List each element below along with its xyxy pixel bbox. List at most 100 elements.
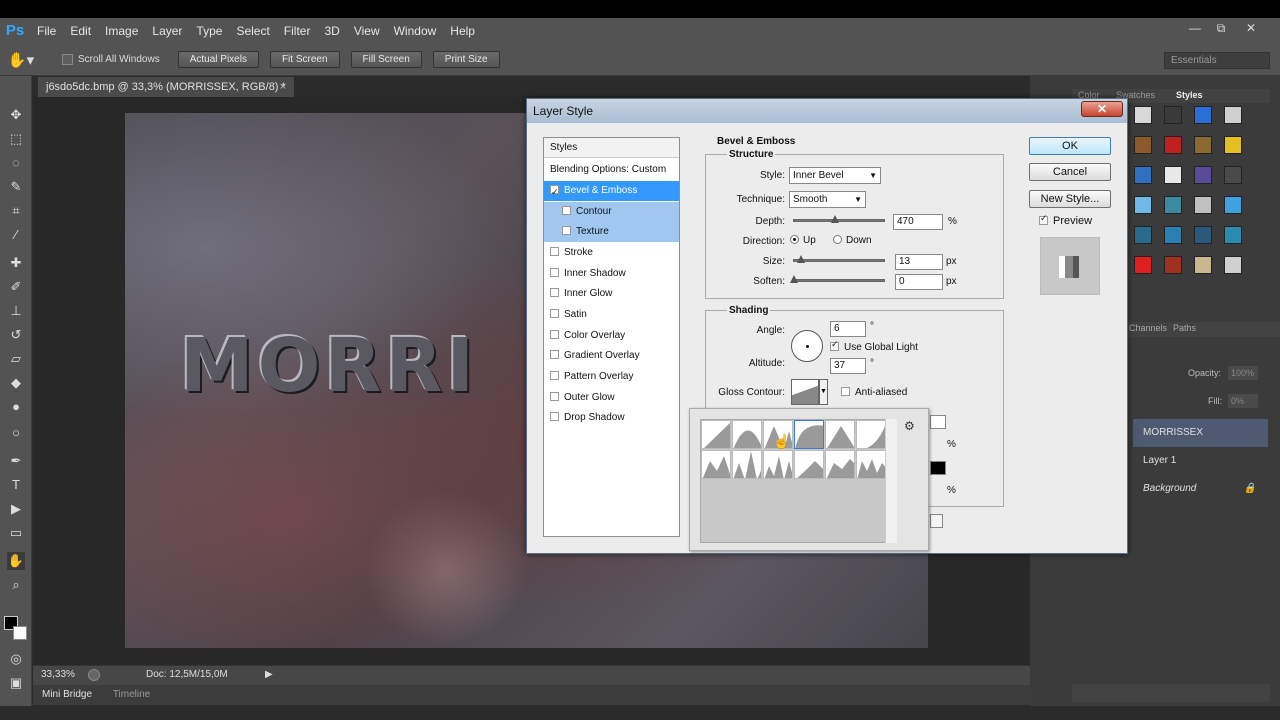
tab-mini-bridge[interactable]: Mini Bridge	[33, 689, 101, 700]
menu-file[interactable]: File	[30, 18, 63, 44]
paint-bucket-icon[interactable]: ◆	[7, 374, 25, 392]
gloss-contour-thumb[interactable]	[791, 379, 819, 405]
style-swatch[interactable]	[1164, 256, 1182, 274]
status-info-icon[interactable]	[88, 669, 100, 681]
style-swatch[interactable]	[1224, 196, 1242, 214]
size-slider[interactable]	[793, 255, 885, 263]
fill-screen-button[interactable]: Fill Screen	[350, 51, 422, 68]
healing-tool-icon[interactable]: ✚	[7, 254, 25, 272]
drop-shadow-checkbox[interactable]	[550, 411, 559, 421]
angle-dial[interactable]	[791, 330, 823, 362]
tab-paths[interactable]: Paths	[1173, 323, 1196, 333]
style-swatch[interactable]	[1194, 196, 1212, 214]
contour-preset[interactable]	[763, 450, 793, 479]
contour-preset[interactable]	[732, 420, 762, 449]
fit-screen-button[interactable]: Fit Screen	[269, 51, 340, 68]
color-overlay-checkbox[interactable]	[550, 329, 559, 339]
contour-preset[interactable]	[825, 450, 855, 479]
quick-select-tool-icon[interactable]: ✎	[7, 178, 25, 196]
style-swatch[interactable]	[1164, 226, 1182, 244]
style-swatch[interactable]	[1194, 166, 1212, 184]
texture-checkbox[interactable]	[562, 225, 571, 235]
soften-input[interactable]: 0	[895, 274, 943, 290]
stroke-checkbox[interactable]	[550, 246, 559, 256]
move-tool-icon[interactable]: ✥	[7, 106, 25, 124]
eraser-tool-icon[interactable]: ▱	[7, 350, 25, 368]
type-tool-icon[interactable]: T	[7, 476, 25, 494]
fill-field[interactable]: 0%	[1228, 394, 1258, 408]
dodge-tool-icon[interactable]: ○	[7, 424, 25, 442]
style-swatch[interactable]	[1164, 196, 1182, 214]
document-tab[interactable]: j6sdo5dc.bmp @ 33,3% (MORRISSEX, RGB/8) …	[38, 77, 294, 97]
eyedropper-tool-icon[interactable]: ⁄	[7, 226, 25, 244]
actual-pixels-button[interactable]: Actual Pixels	[177, 51, 259, 68]
style-dropdown[interactable]: Inner Bevel ▼	[789, 167, 881, 184]
zoom-level[interactable]: 33,33%	[41, 666, 75, 684]
style-swatch[interactable]	[1134, 256, 1152, 274]
direction-up-radio[interactable]: Up	[790, 234, 816, 246]
anti-aliased-checkbox[interactable]: Anti-aliased	[841, 386, 907, 398]
menu-filter[interactable]: Filter	[277, 18, 318, 44]
menu-3d[interactable]: 3D	[317, 18, 346, 44]
style-swatch[interactable]	[1194, 136, 1212, 154]
crop-tool-icon[interactable]: ⌗	[7, 202, 25, 220]
restore-button[interactable]: ⧉	[1210, 18, 1232, 40]
soften-slider-thumb[interactable]	[790, 275, 798, 283]
style-contour[interactable]: Contour	[544, 202, 679, 222]
outer-glow-checkbox[interactable]	[550, 391, 559, 401]
style-swatch[interactable]	[1134, 226, 1152, 244]
menu-window[interactable]: Window	[387, 18, 444, 44]
preview-checkbox[interactable]: Preview	[1039, 213, 1092, 227]
ok-button[interactable]: OK	[1029, 137, 1111, 155]
stamp-tool-icon[interactable]: ⊥	[7, 302, 25, 320]
style-inner-shadow[interactable]: Inner Shadow	[544, 264, 679, 284]
background-color-swatch[interactable]	[13, 626, 27, 640]
screen-mode-icon[interactable]: ▣	[7, 674, 25, 692]
blur-tool-icon[interactable]: ●	[7, 398, 25, 416]
contour-preset[interactable]	[794, 420, 824, 449]
menu-edit[interactable]: Edit	[63, 18, 98, 44]
satin-checkbox[interactable]	[550, 308, 559, 318]
style-swatch[interactable]	[1194, 256, 1212, 274]
gear-icon[interactable]: ⚙	[904, 419, 918, 433]
blending-options[interactable]: Blending Options: Custom	[544, 160, 679, 180]
direction-down-radio[interactable]: Down	[833, 234, 872, 246]
style-swatch[interactable]	[1164, 166, 1182, 184]
style-drop-shadow[interactable]: Drop Shadow	[544, 408, 679, 428]
contour-preset[interactable]	[701, 420, 731, 449]
style-swatch[interactable]	[1224, 166, 1242, 184]
path-select-icon[interactable]: ▶	[7, 500, 25, 518]
size-slider-thumb[interactable]	[797, 255, 806, 263]
quick-mask-icon[interactable]: ◎	[7, 650, 25, 668]
shadow-color-swatch[interactable]	[930, 461, 946, 475]
depth-input[interactable]: 470	[893, 214, 943, 230]
global-light-checkbox[interactable]: Use Global Light	[830, 339, 918, 353]
style-gradient-overlay[interactable]: Gradient Overlay	[544, 346, 679, 366]
status-arrow-icon[interactable]: ▶	[265, 666, 273, 684]
cancel-button[interactable]: Cancel	[1029, 163, 1111, 181]
workspace-select[interactable]: Essentials	[1164, 52, 1270, 69]
style-swatch[interactable]	[1134, 136, 1152, 154]
depth-slider-thumb[interactable]	[831, 215, 840, 223]
brush-tool-icon[interactable]: ✐	[7, 278, 25, 296]
menu-type[interactable]: Type	[189, 18, 229, 44]
style-swatch[interactable]	[1224, 256, 1242, 274]
angle-input[interactable]: 6	[830, 321, 866, 337]
pattern-overlay-checkbox[interactable]	[550, 370, 559, 380]
style-swatch[interactable]	[1164, 136, 1182, 154]
style-swatch[interactable]	[1134, 106, 1152, 124]
contour-preset[interactable]	[701, 450, 731, 479]
menu-help[interactable]: Help	[443, 18, 482, 44]
close-window-button[interactable]: ✕	[1240, 18, 1262, 40]
tab-channels[interactable]: Channels	[1129, 323, 1167, 333]
style-swatch[interactable]	[1134, 196, 1152, 214]
bevel-checkbox[interactable]	[550, 182, 559, 202]
minimize-button[interactable]: —	[1184, 18, 1206, 40]
marquee-tool-icon[interactable]: ⬚	[7, 130, 25, 148]
layer-row-morrissex[interactable]: MORRISSEX	[1133, 419, 1268, 447]
style-swatch[interactable]	[1224, 106, 1242, 124]
opacity-field[interactable]: 100%	[1228, 366, 1258, 380]
highlight-color-swatch[interactable]	[930, 415, 946, 429]
hand-tool-icon[interactable]: ✋▾	[0, 51, 42, 69]
tab-styles[interactable]: Styles	[1176, 90, 1203, 100]
